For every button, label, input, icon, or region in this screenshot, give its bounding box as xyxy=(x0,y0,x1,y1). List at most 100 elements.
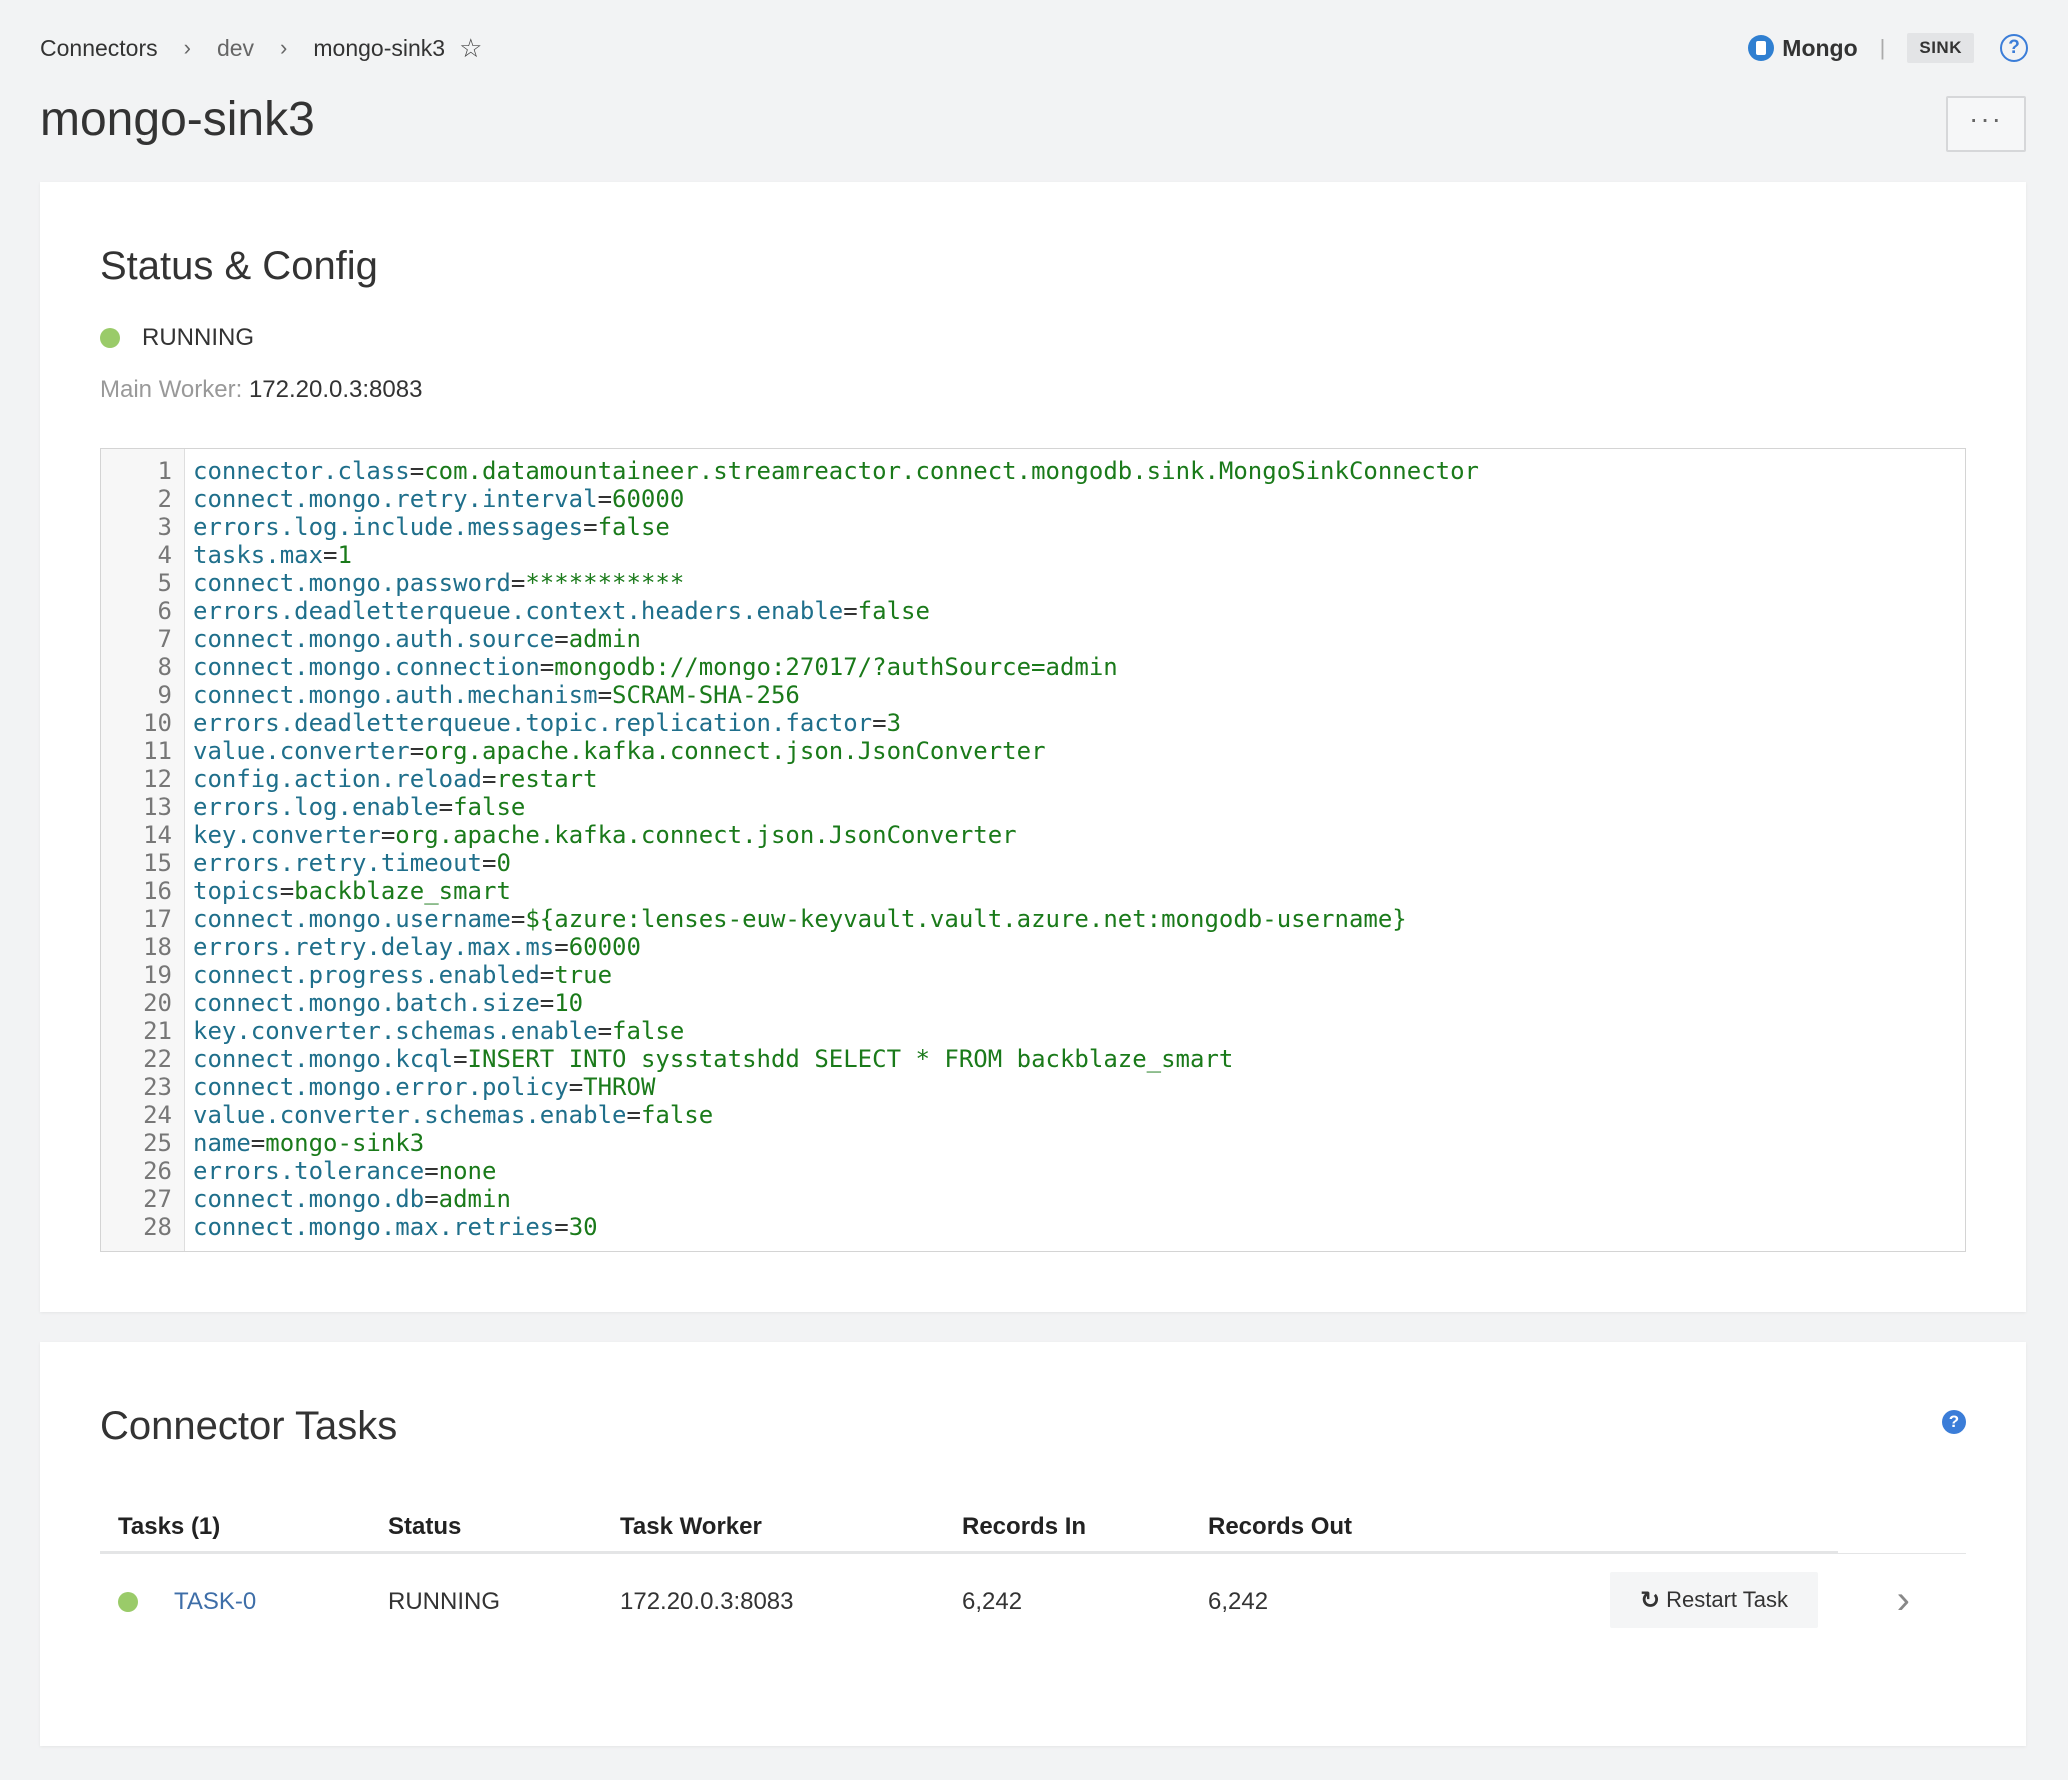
config-key: errors.deadletterqueue.topic.replication… xyxy=(193,709,873,737)
config-equals: = xyxy=(583,513,598,541)
line-number: 26 xyxy=(143,1157,172,1185)
config-line[interactable]: errors.log.enable=false xyxy=(193,793,1479,821)
chevron-right-icon[interactable]: › xyxy=(1897,1580,1910,1620)
config-value: restart xyxy=(496,765,598,793)
more-actions-button[interactable]: ··· xyxy=(1946,96,2026,152)
config-line[interactable]: connector.class=com.datamountaineer.stre… xyxy=(193,457,1479,485)
line-number: 5 xyxy=(157,569,172,597)
page-title: mongo-sink3 xyxy=(40,93,315,146)
line-number: 14 xyxy=(143,821,172,849)
line-number: 1 xyxy=(157,457,172,485)
config-line[interactable]: key.converter.schemas.enable=false xyxy=(193,1017,1479,1045)
config-line[interactable]: config.action.reload=restart xyxy=(193,765,1479,793)
config-equals: = xyxy=(597,1017,613,1045)
task-worker: 172.20.0.3:8083 xyxy=(620,1588,794,1615)
config-value: backblaze_smart xyxy=(294,877,511,905)
table-header: Tasks (1) Status Task Worker Records In … xyxy=(100,1500,1966,1554)
refresh-icon: ↻ xyxy=(1640,1586,1661,1614)
config-equals: = xyxy=(424,1157,439,1185)
config-key: connect.mongo.auth.source xyxy=(193,625,555,653)
config-equals: = xyxy=(409,737,425,765)
config-equals: = xyxy=(568,1073,584,1101)
config-line[interactable]: connect.mongo.username=${azure:lenses-eu… xyxy=(193,905,1479,933)
config-key: name xyxy=(193,1129,251,1157)
config-equals: = xyxy=(250,1129,266,1157)
config-equals: = xyxy=(539,961,555,989)
line-number: 17 xyxy=(143,905,172,933)
star-icon[interactable]: ☆ xyxy=(459,35,482,61)
restart-task-button[interactable]: ↻ Restart Task xyxy=(1610,1572,1818,1628)
breadcrumb-connectors[interactable]: Connectors xyxy=(40,35,158,62)
config-key: connect.mongo.max.retries xyxy=(193,1213,555,1241)
config-line[interactable]: connect.mongo.connection=mongodb://mongo… xyxy=(193,653,1479,681)
line-number: 16 xyxy=(143,877,172,905)
config-value: mongo-sink3 xyxy=(265,1129,425,1157)
config-line[interactable]: errors.retry.timeout=0 xyxy=(193,849,1479,877)
config-editor[interactable]: 1 2 3 4 5 6 7 8 9 10 11 12 13 14 15 16 17 18 19 20 21 22 23 24 2… xyxy=(100,448,1966,1252)
config-line[interactable]: connect.mongo.max.retries=30 xyxy=(193,1213,1479,1241)
table-row[interactable]: TASK-0 RUNNING 172.20.0.3:8083 6,242 6,2… xyxy=(100,1554,1966,1650)
config-line[interactable]: connect.mongo.password=*********** xyxy=(193,569,1479,597)
config-line[interactable]: tasks.max=1 xyxy=(193,541,1479,569)
config-line[interactable]: value.converter=org.apache.kafka.connect… xyxy=(193,737,1479,765)
line-number: 23 xyxy=(143,1073,172,1101)
config-value: org.apache.kafka.connect.json.JsonConver… xyxy=(424,737,1046,765)
config-equals: = xyxy=(481,849,497,877)
config-value: false xyxy=(640,1101,714,1129)
config-key: errors.tolerance xyxy=(193,1157,425,1185)
config-line[interactable]: connect.mongo.error.policy=THROW xyxy=(193,1073,1479,1101)
config-equals: = xyxy=(554,625,569,653)
config-key: connect.mongo.retry.interval xyxy=(193,485,598,513)
config-line[interactable]: connect.mongo.auth.mechanism=SCRAM-SHA-2… xyxy=(193,681,1479,709)
config-key: value.converter xyxy=(193,737,410,765)
config-value: com.datamountaineer.streamreactor.connec… xyxy=(424,457,1479,485)
config-line[interactable]: errors.log.include.messages=false xyxy=(193,513,1479,541)
line-number: 13 xyxy=(143,793,172,821)
config-line[interactable]: connect.mongo.auth.source=admin xyxy=(193,625,1479,653)
config-line[interactable]: connect.progress.enabled=true xyxy=(193,961,1479,989)
config-equals: = xyxy=(872,709,887,737)
config-value: admin xyxy=(568,625,641,653)
column-header-tasks: Tasks (1) xyxy=(118,1513,221,1540)
line-number: 15 xyxy=(143,849,172,877)
config-line[interactable]: errors.retry.delay.max.ms=60000 xyxy=(193,933,1479,961)
config-key: connect.mongo.connection xyxy=(193,653,540,681)
help-icon[interactable]: ? xyxy=(2000,34,2028,62)
config-line[interactable]: errors.deadletterqueue.topic.replication… xyxy=(193,709,1479,737)
line-number: 2 xyxy=(157,485,172,513)
config-line[interactable]: errors.tolerance=none xyxy=(193,1157,1479,1185)
main-worker: Main Worker: 172.20.0.3:8083 xyxy=(100,376,422,404)
config-line[interactable]: connect.mongo.kcql=INSERT INTO sysstatsh… xyxy=(193,1045,1479,1073)
config-line[interactable]: errors.deadletterqueue.context.headers.e… xyxy=(193,597,1479,625)
config-key: errors.log.enable xyxy=(193,793,439,821)
line-number: 6 xyxy=(157,597,172,625)
task-status: RUNNING xyxy=(388,1588,500,1615)
status-text: RUNNING xyxy=(142,324,254,351)
config-equals: = xyxy=(424,1185,439,1213)
config-line[interactable]: topics=backblaze_smart xyxy=(193,877,1479,905)
config-key: connect.progress.enabled xyxy=(193,961,540,989)
config-line[interactable]: value.converter.schemas.enable=false xyxy=(193,1101,1479,1129)
meta-divider: | xyxy=(1879,35,1886,60)
config-value: true xyxy=(554,961,613,989)
config-line[interactable]: connect.mongo.db=admin xyxy=(193,1185,1479,1213)
help-icon[interactable]: ? xyxy=(1942,1410,1966,1434)
config-equals: = xyxy=(380,821,396,849)
config-line[interactable]: connect.mongo.retry.interval=60000 xyxy=(193,485,1479,513)
config-line[interactable]: connect.mongo.batch.size=10 xyxy=(193,989,1479,1017)
task-link[interactable]: TASK-0 xyxy=(174,1588,256,1616)
task-status-dot xyxy=(118,1592,138,1612)
line-number: 4 xyxy=(157,541,172,569)
restart-task-label: Restart Task xyxy=(1666,1587,1788,1612)
line-number: 12 xyxy=(143,765,172,793)
config-value: none xyxy=(438,1157,497,1185)
line-number: 25 xyxy=(143,1129,172,1157)
config-code[interactable]: connector.class=com.datamountaineer.stre… xyxy=(185,449,1479,1251)
config-value: *********** xyxy=(525,569,685,597)
breadcrumb-dev[interactable]: dev xyxy=(217,35,254,62)
column-header-status: Status xyxy=(388,1513,462,1540)
config-line[interactable]: key.converter=org.apache.kafka.connect.j… xyxy=(193,821,1479,849)
config-line[interactable]: name=mongo-sink3 xyxy=(193,1129,1479,1157)
config-key: tasks.max xyxy=(193,541,324,569)
breadcrumb: Connectors › dev › mongo-sink3 ☆ xyxy=(40,35,482,62)
